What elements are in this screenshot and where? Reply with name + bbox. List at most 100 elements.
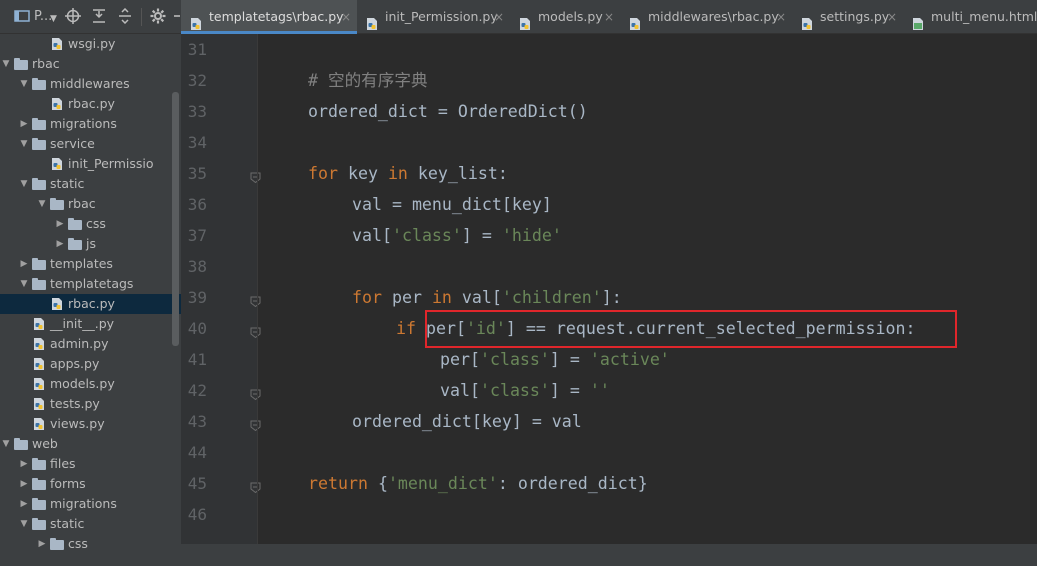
tab-label: middlewares\rbac.py — [648, 9, 779, 24]
code-token: 'hide' — [501, 226, 562, 245]
tree-folder[interactable]: ▼ middlewares — [0, 74, 181, 94]
locate-icon[interactable] — [65, 8, 81, 26]
tree-folder[interactable]: ▼ static — [0, 174, 181, 194]
tree-file[interactable]: models.py — [0, 374, 181, 394]
chevron-right-icon[interactable]: ▶ — [18, 254, 30, 274]
editor-tab[interactable]: models.py × — [510, 0, 620, 34]
code-line[interactable]: for per in val['children']: — [352, 282, 622, 313]
project-tree-scrollbar[interactable] — [172, 92, 179, 346]
chevron-right-icon[interactable]: ▶ — [18, 494, 30, 514]
tree-folder[interactable]: ▼ web — [0, 434, 181, 454]
chevron-down-icon[interactable]: ▼ — [0, 434, 12, 454]
tree-file[interactable]: __init__.py — [0, 314, 181, 334]
folder-icon — [32, 458, 46, 470]
tree-file[interactable]: rbac.py — [0, 294, 181, 314]
line-number: 41 — [187, 350, 207, 369]
tree-item-label: rbac.py — [68, 296, 115, 311]
code-line[interactable]: ordered_dict = OrderedDict() — [308, 96, 588, 127]
code-line[interactable]: # 空的有序字典 — [308, 65, 428, 96]
code-line[interactable]: for key in key_list: — [308, 158, 508, 189]
chevron-down-icon[interactable]: ▼ — [18, 134, 30, 154]
tree-folder[interactable]: ▼ rbac — [0, 54, 181, 74]
editor-tab[interactable]: templatetags\rbac.py × — [181, 0, 357, 34]
close-tab-icon[interactable]: × — [604, 0, 614, 34]
project-tree-hscrollbar[interactable] — [0, 558, 172, 566]
chevron-down-icon[interactable]: ▼ — [0, 54, 12, 74]
tree-folder[interactable]: ▼ service — [0, 134, 181, 154]
chevron-right-icon[interactable]: ▶ — [54, 214, 66, 234]
folder-icon — [68, 218, 82, 230]
python-file-icon — [800, 10, 814, 30]
tree-folder[interactable]: ▶ templates — [0, 254, 181, 274]
chevron-down-icon[interactable]: ▼ — [18, 274, 30, 294]
tree-folder[interactable]: ▶ forms — [0, 474, 181, 494]
folder-icon — [14, 438, 28, 450]
code-line[interactable]: ordered_dict[key] = val — [352, 406, 582, 437]
code-line[interactable]: val['class'] = '' — [440, 375, 610, 406]
tree-folder[interactable]: ▼ static — [0, 514, 181, 534]
code-token: val = menu_dict[key] — [352, 195, 552, 214]
tree-folder[interactable]: ▶ files — [0, 454, 181, 474]
editor-tab[interactable]: settings.py × — [792, 0, 903, 34]
line-number: 33 — [187, 102, 207, 121]
tree-file[interactable]: rbac.py — [0, 94, 181, 114]
close-tab-icon[interactable]: × — [494, 0, 504, 34]
chevron-down-icon[interactable]: ▼ — [50, 10, 57, 28]
project-icon[interactable] — [14, 8, 30, 26]
chevron-down-icon[interactable]: ▼ — [18, 514, 30, 534]
close-tab-icon[interactable]: × — [776, 0, 786, 34]
tree-item-label: views.py — [50, 416, 105, 431]
close-tab-icon[interactable]: × — [341, 0, 351, 34]
python-file-icon — [50, 297, 64, 311]
code-token: 'class' — [391, 226, 462, 245]
tree-item-label: models.py — [50, 376, 115, 391]
tree-folder[interactable]: ▶ migrations — [0, 114, 181, 134]
tree-file[interactable]: tests.py — [0, 394, 181, 414]
code-token: { — [367, 474, 388, 493]
code-area[interactable]: # 空的有序字典 ordered_dict = OrderedDict() for … — [258, 34, 1037, 544]
expand-all-icon[interactable] — [91, 8, 107, 26]
tab-label: templatetags\rbac.py — [209, 9, 344, 24]
code-line[interactable]: return {'menu_dict': ordered_dict} — [308, 468, 648, 499]
chevron-down-icon[interactable]: ▼ — [18, 74, 30, 94]
chevron-right-icon[interactable]: ▶ — [54, 234, 66, 254]
tree-folder[interactable]: ▶ css — [0, 214, 181, 234]
python-file-icon — [32, 337, 46, 351]
code-token: ]: — [601, 288, 622, 307]
chevron-down-icon[interactable]: ▼ — [18, 174, 30, 194]
tree-file[interactable]: init_Permissio — [0, 154, 181, 174]
tree-item-label: wsgi.py — [68, 36, 116, 51]
tree-folder[interactable]: ▶ css — [0, 534, 181, 554]
code-token: # 空的有序字典 — [308, 71, 428, 90]
tree-file[interactable]: views.py — [0, 414, 181, 434]
tree-file[interactable]: apps.py — [0, 354, 181, 374]
chevron-right-icon[interactable]: ▶ — [18, 114, 30, 134]
chevron-down-icon[interactable]: ▼ — [36, 194, 48, 214]
code-token: key_list: — [407, 164, 508, 183]
tree-item-label: rbac — [68, 196, 96, 211]
chevron-right-icon[interactable]: ▶ — [36, 534, 48, 554]
tab-label: models.py — [538, 9, 603, 24]
gear-icon[interactable] — [150, 8, 166, 26]
close-tab-icon[interactable]: × — [887, 0, 897, 34]
editor-tab[interactable]: multi_menu.html — [903, 0, 1037, 34]
chevron-right-icon[interactable]: ▶ — [18, 454, 30, 474]
tree-folder[interactable]: ▼ templatetags — [0, 274, 181, 294]
code-line[interactable]: val = menu_dict[key] — [352, 189, 552, 220]
code-line[interactable]: val['class'] = 'hide' — [352, 220, 562, 251]
editor-tab[interactable]: middlewares\rbac.py × — [620, 0, 792, 34]
tree-folder[interactable]: ▼ rbac — [0, 194, 181, 214]
code-editor[interactable]: 31 32 33 34 35 36 37 38 39 40 41 42 43 44 45 46 # 空的有序字… — [181, 34, 1037, 544]
collapse-all-icon[interactable] — [117, 8, 133, 26]
editor-tab[interactable]: init_Permission.py × — [357, 0, 510, 34]
tree-folder[interactable]: ▶ js — [0, 234, 181, 254]
code-token: if — [396, 319, 416, 338]
python-file-icon — [628, 10, 642, 30]
code-token: ] = — [549, 350, 590, 369]
hide-icon[interactable] — [172, 8, 180, 26]
tree-file[interactable]: admin.py — [0, 334, 181, 354]
code-line[interactable]: per['class'] = 'active' — [440, 344, 670, 375]
tree-file[interactable]: wsgi.py — [0, 34, 181, 54]
chevron-right-icon[interactable]: ▶ — [18, 474, 30, 494]
tree-folder[interactable]: ▶ migrations — [0, 494, 181, 514]
